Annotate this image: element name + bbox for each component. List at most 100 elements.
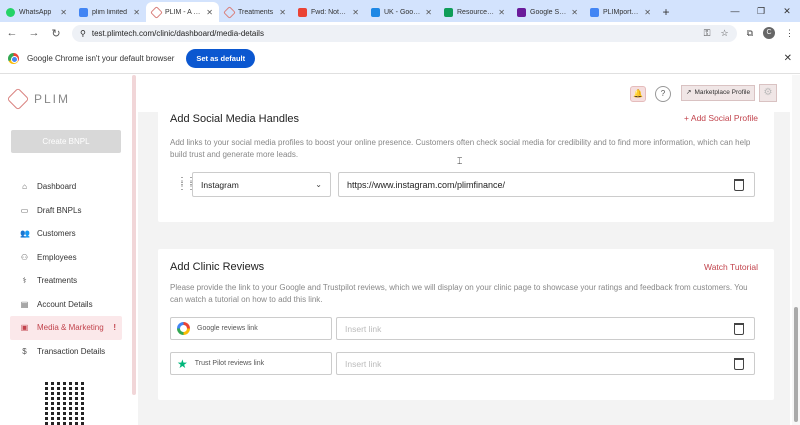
section-description: Add links to your social media profiles … [170,138,751,159]
brand[interactable]: PLIM [6,87,71,111]
google-icon [177,322,190,335]
tab-label: Resource Ca [457,8,495,16]
window-controls: — ❐ ✕ [722,0,800,22]
menu-icon[interactable]: ⋮ [785,28,794,39]
tab-label: WhatsApp [19,8,52,16]
close-icon[interactable]: ✕ [644,8,651,17]
sidebar-item-label: Transaction Details [37,346,106,356]
platform-select[interactable]: Instagram ⌄ [192,172,331,197]
tab-plim-active[interactable]: PLIM - A Pay ✕ [146,2,219,22]
infobar-text: Google Chrome isn't your default browser [27,54,175,63]
close-icon[interactable]: ✕ [279,8,286,17]
set-default-button[interactable]: Set as default [186,49,256,68]
new-tab-button[interactable]: + [657,2,675,22]
social-url-input[interactable]: https://www.instagram.com/plimfinance/ [338,172,755,197]
url-text: test.plimtech.com/clinic/dashboard/media… [91,28,264,38]
tab-gmail[interactable]: Fwd: Notes: ✕ [292,2,365,22]
whatsapp-icon [6,7,15,17]
forward-button[interactable]: → [28,27,40,39]
page-scrollbar[interactable] [792,75,800,425]
reload-button[interactable]: ↻ [50,27,62,40]
close-icon[interactable]: ✕ [133,8,140,17]
sidebar-item-media-marketing[interactable]: ▣ Media & Marketing ! [10,316,122,340]
tab-label: Google Sear [530,8,568,16]
bell-icon[interactable]: 🔔 [630,86,646,102]
sidebar-item-employees[interactable]: ⚇ Employees [10,246,122,270]
trustpilot-reviews-input[interactable]: Insert link [336,352,755,375]
sidebar-item-transaction-details[interactable]: $ Transaction Details [10,340,122,364]
tab-label: plim limited [92,8,128,16]
password-key-icon[interactable]: ⚿ [704,28,711,39]
sidebar-item-treatments[interactable]: ⚕ Treatments [10,269,122,293]
google-reviews-label: Google reviews link [170,317,332,340]
trash-icon[interactable] [734,323,744,335]
social-url-value: https://www.instagram.com/plimfinance/ [347,179,506,190]
qr-code-pattern [45,380,87,425]
clinic-reviews-card: Add Clinic Reviews Watch Tutorial Please… [158,249,774,400]
tab-whatsapp[interactable]: WhatsApp ✕ [0,2,73,22]
tab-plim-limited[interactable]: plim limited ✕ [73,2,146,22]
scrollbar-thumb[interactable] [794,307,798,422]
profile-avatar[interactable]: C [763,27,775,39]
gmail-icon [298,7,307,17]
close-icon[interactable]: ✕ [425,8,432,17]
external-link-icon: ↗ [686,89,692,96]
default-browser-infobar: Google Chrome isn't your default browser… [0,44,800,74]
create-bnpl-button[interactable]: Create BNPL [11,130,121,153]
sidebar-item-customers[interactable]: 👥 Customers [10,222,122,246]
add-social-profile-button[interactable]: + Add Social Profile [684,113,758,123]
mouse-cursor-icon: ⌶ [457,156,463,166]
sidebar-item-label: Dashboard [37,182,77,192]
trustpilot-reviews-label: ★ Trust Pilot reviews link [170,352,332,375]
restore-button[interactable]: ❐ [748,0,774,22]
address-bar: ← → ↻ ⚲ test.plimtech.com/clinic/dashboa… [0,22,800,44]
tab-treatments[interactable]: Treatments ✕ [219,2,292,22]
close-icon[interactable]: ✕ [206,8,213,17]
trash-icon[interactable] [734,179,744,191]
media-icon: ▣ [20,323,29,333]
site-info-icon[interactable]: ⚲ [80,29,86,38]
close-icon[interactable]: ✕ [352,8,359,17]
google-reviews-input[interactable]: Insert link [336,317,755,340]
drive-icon [371,7,380,17]
close-icon[interactable]: ✕ [498,8,505,17]
chevron-down-icon: ⌄ [315,180,322,189]
close-window-button[interactable]: ✕ [774,0,800,22]
url-input[interactable]: ⚲ test.plimtech.com/clinic/dashboard/med… [72,24,737,42]
users-icon: 👥 [20,229,30,239]
alert-icon: ! [113,323,116,333]
sidebar: PLIM Create BNPL ⌂ Dashboard ▭ Draft BNP… [0,75,133,425]
tab-label: UK - Google [384,8,422,16]
plim-icon [223,5,236,19]
watch-tutorial-link[interactable]: Watch Tutorial [704,262,758,272]
marketplace-profile-label: Marketplace Profile [694,89,751,96]
sidebar-item-dashboard[interactable]: ⌂ Dashboard [10,175,122,199]
minimize-button[interactable]: — [722,0,748,22]
sidebar-item-label: Treatments [37,276,78,286]
brand-name: PLIM [34,92,71,106]
tab-resource[interactable]: Resource Ca ✕ [438,2,511,22]
sidebar-item-account-details[interactable]: ▤ Account Details [10,293,122,317]
trash-icon[interactable] [734,358,744,370]
back-button[interactable]: ← [6,27,18,39]
extensions-icon[interactable]: ⧉ [747,28,753,39]
tab-plimportal[interactable]: PLIMportal A ✕ [584,2,657,22]
trustpilot-reviews-label-text: Trust Pilot reviews link [194,360,265,367]
help-icon[interactable]: ? [655,86,671,102]
sidebar-scrollbar[interactable] [132,75,136,395]
platform-value: Instagram [201,179,239,190]
tab-uk-google[interactable]: UK - Google ✕ [365,2,438,22]
yahoo-icon [517,7,526,17]
close-icon[interactable]: ✕ [571,8,578,17]
close-icon[interactable]: ✕ [60,8,67,17]
sidebar-item-label: Employees [37,252,77,262]
gear-icon[interactable]: ⚙ [759,84,777,102]
sidebar-item-draft-bnpls[interactable]: ▭ Draft BNPLs [10,199,122,223]
bookmark-star-icon[interactable]: ☆ [720,28,728,39]
marketplace-profile-button[interactable]: ↗ Marketplace Profile [681,85,756,101]
section-title: Add Clinic Reviews [170,261,265,273]
tab-google-search[interactable]: Google Sear ✕ [511,2,584,22]
close-icon[interactable]: ✕ [784,53,792,64]
tab-label: Fwd: Notes: [311,8,349,16]
account-icon: ▤ [20,299,29,309]
